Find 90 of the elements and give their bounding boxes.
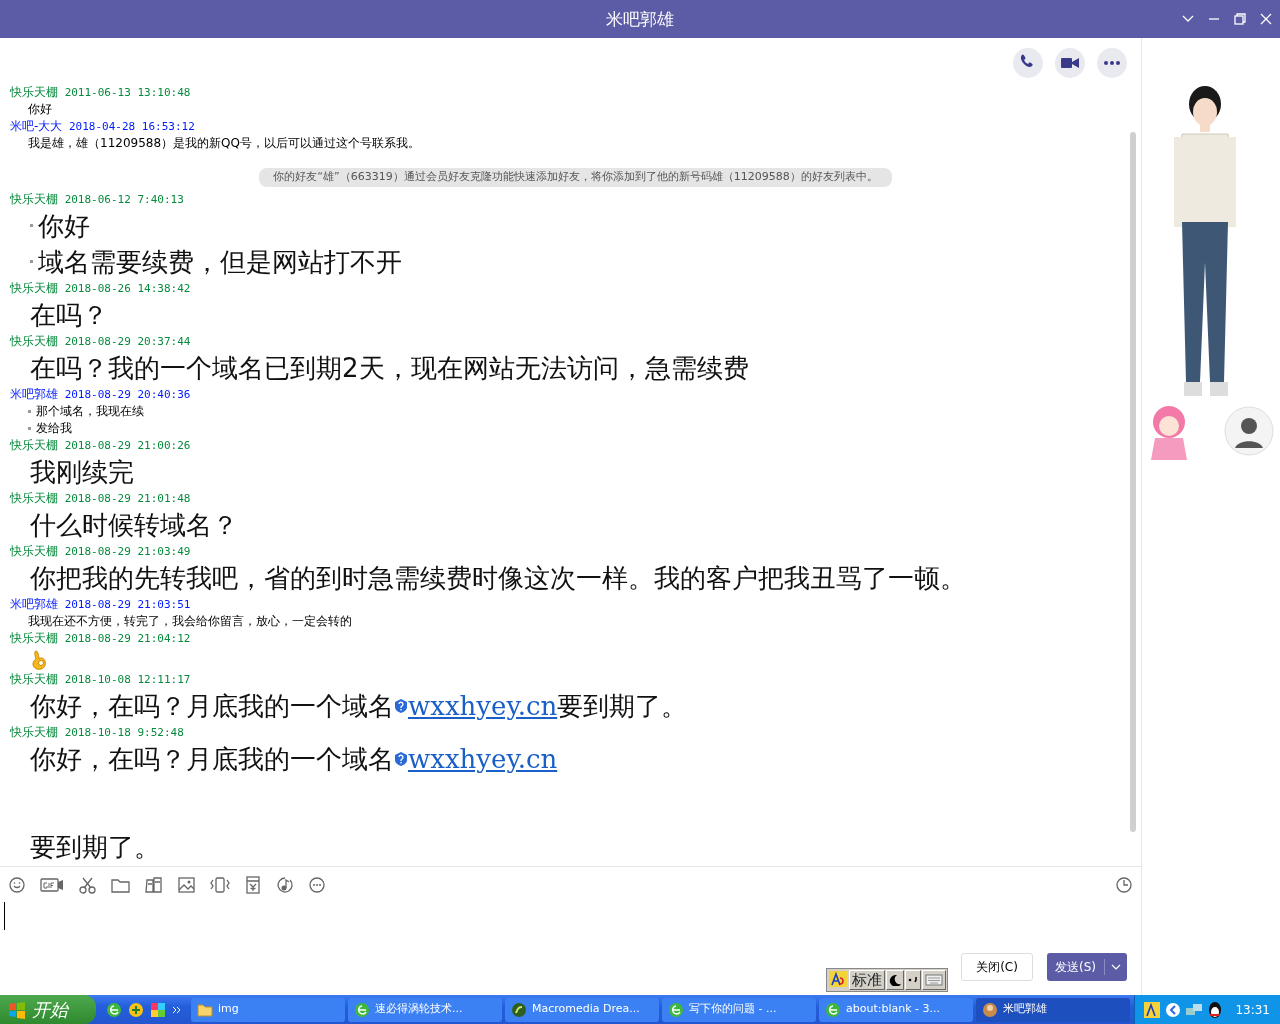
message-header: 快乐天棚 2018-08-29 21:01:48 — [10, 489, 191, 507]
message-text: 要到期了。 — [30, 830, 160, 864]
message-text: 那个域名，我现在续 — [36, 402, 144, 420]
penguin-icon[interactable] — [1207, 1000, 1224, 1019]
yen-envelope-icon[interactable] — [244, 875, 262, 894]
ime-logo-icon[interactable] — [1143, 1000, 1162, 1019]
colored-tiles-icon[interactable] — [150, 1001, 166, 1018]
shield-question-icon — [394, 750, 408, 767]
browser-icon[interactable] — [106, 1001, 122, 1018]
documents-icon[interactable] — [144, 875, 163, 894]
close-icon[interactable] — [1260, 13, 1272, 25]
taskbar-button[interactable]: 速必得涡轮技术... — [348, 997, 502, 1022]
message-text: 我现在还不方便，转完了，我会给你留言，放心，一定会转的 — [28, 612, 352, 630]
ime-mode-toggle[interactable]: 标准 — [849, 970, 885, 990]
chevron-icon[interactable] — [172, 1006, 181, 1013]
text-cursor — [4, 902, 5, 930]
notice-link[interactable]: 会员好友克隆功能 — [425, 170, 514, 183]
message-header: 快乐天棚 2018-08-26 14:38:42 — [10, 279, 191, 297]
close-button[interactable]: 关闭(C) — [961, 953, 1033, 981]
phone-call-button[interactable] — [1013, 48, 1043, 78]
plus-circle-icon[interactable] — [128, 1001, 144, 1018]
message-text: 在吗？我的一个域名已到期2天，现在网站无法访问，急需续费 — [30, 351, 749, 385]
message-header: 快乐天棚 2018-08-29 21:04:12 — [10, 629, 191, 647]
message-header: 快乐天棚 2018-10-08 12:11:17 — [10, 670, 191, 688]
message-text: 什么时候转域名？ — [30, 508, 238, 542]
start-button[interactable]: 开始 — [0, 995, 96, 1024]
app-icon — [511, 1001, 527, 1018]
clock-icon[interactable] — [1115, 875, 1133, 894]
taskbar-button[interactable]: about:blank - 3... — [819, 997, 973, 1022]
half-width-toggle[interactable] — [886, 970, 904, 990]
picture-icon[interactable] — [177, 875, 196, 894]
message-text: 你好，在吗？月底我的一个域名 — [30, 689, 394, 723]
message-header: 快乐天棚 2011-06-13 13:10:48 — [10, 84, 191, 101]
moon-icon — [889, 974, 901, 986]
window-title: 米吧郭雄 — [606, 9, 674, 29]
video-camera-icon — [1061, 57, 1079, 69]
avatar-icon — [982, 1001, 998, 1018]
smiley-icon[interactable] — [8, 875, 26, 894]
taskbar-button[interactable]: 米吧郭雄 — [976, 997, 1130, 1022]
scissors-icon[interactable] — [78, 875, 97, 894]
punctuation-icon — [908, 976, 918, 984]
restore-icon[interactable] — [1234, 13, 1246, 25]
message-header: 米吧郭雄 2018-08-29 21:03:51 — [10, 595, 191, 613]
message-text: 在吗？ — [30, 298, 108, 332]
soft-keyboard-toggle[interactable] — [922, 970, 946, 990]
message-text: 要到期了。 — [557, 689, 688, 723]
message-header: 快乐天棚 2018-08-29 21:00:26 — [10, 436, 191, 454]
vibrating-phone-icon[interactable] — [210, 875, 230, 894]
ime-logo-icon[interactable] — [828, 970, 848, 988]
browser-icon — [668, 1001, 684, 1018]
message-text: 域名需要续费，但是网站打不开 — [38, 245, 402, 279]
message-text: 你把我的先转我吧，省的到时急需续费时像这次一样。我的客户把我丑骂了一顿。 — [30, 561, 966, 595]
message-header: 快乐天棚 2018-08-29 21:03:49 — [10, 542, 191, 560]
avatar-icon[interactable] — [1224, 406, 1274, 456]
browser-icon — [825, 1001, 841, 1018]
taskbar-button[interactable]: img — [191, 997, 345, 1022]
message-text: 发给我 — [36, 419, 72, 437]
clock-time: 13:31 — [1235, 1001, 1270, 1019]
gif-camera-icon[interactable] — [40, 875, 64, 894]
system-notice: 你的好友“雄”（663319）通过会员好友克隆功能快速添加好友，将你添加到了他的新号码雄（11209588）的好友列表中。 — [259, 168, 892, 187]
message-header: 快乐天棚 2018-10-18 9:52:48 — [10, 723, 184, 741]
more-icon — [1104, 61, 1120, 65]
taskbar-button[interactable]: 写下你的问题 - ... — [662, 997, 816, 1022]
shield-question-icon — [394, 697, 408, 714]
collapse-icon[interactable] — [1182, 15, 1194, 23]
message-text: 你好 — [38, 209, 90, 243]
more-button[interactable] — [1097, 48, 1127, 78]
video-call-button[interactable] — [1055, 48, 1085, 78]
windows-logo-icon — [8, 1000, 26, 1019]
message-header: 快乐天棚 2018-08-29 20:37:44 — [10, 332, 191, 350]
punctuation-toggle[interactable] — [905, 970, 921, 990]
message-header: 米吧郭雄 2018-08-29 20:40:36 — [10, 385, 191, 403]
send-button[interactable]: 发送(S) — [1047, 953, 1127, 981]
scrollbar-thumb[interactable] — [1130, 132, 1136, 832]
message-link[interactable]: wxxhyey.cn — [408, 687, 558, 724]
taskbar-button[interactable]: Macromedia Drea... — [505, 997, 659, 1022]
caret-icon — [1111, 964, 1121, 970]
more-icon[interactable] — [308, 875, 326, 894]
message-text: 我刚续完 — [30, 455, 134, 489]
minimize-icon[interactable] — [1208, 17, 1220, 21]
browser-icon — [354, 1001, 370, 1018]
message-text: 我是雄，雄（11209588）是我的新QQ号，以后可以通过这个号联系我。 — [28, 135, 420, 152]
folder-icon — [197, 1001, 213, 1018]
keyboard-icon — [925, 974, 943, 986]
message-text: 你好 — [28, 101, 52, 118]
message-text: 你好，在吗？月底我的一个域名 — [30, 742, 394, 776]
music-note-icon[interactable] — [276, 875, 294, 894]
message-link[interactable]: wxxhyey.cn — [408, 740, 558, 777]
message-header: 米吧-大大 2018-04-28 16:53:12 — [10, 118, 195, 135]
message-header: 快乐天棚 2018-06-12 7:40:13 — [10, 190, 184, 208]
